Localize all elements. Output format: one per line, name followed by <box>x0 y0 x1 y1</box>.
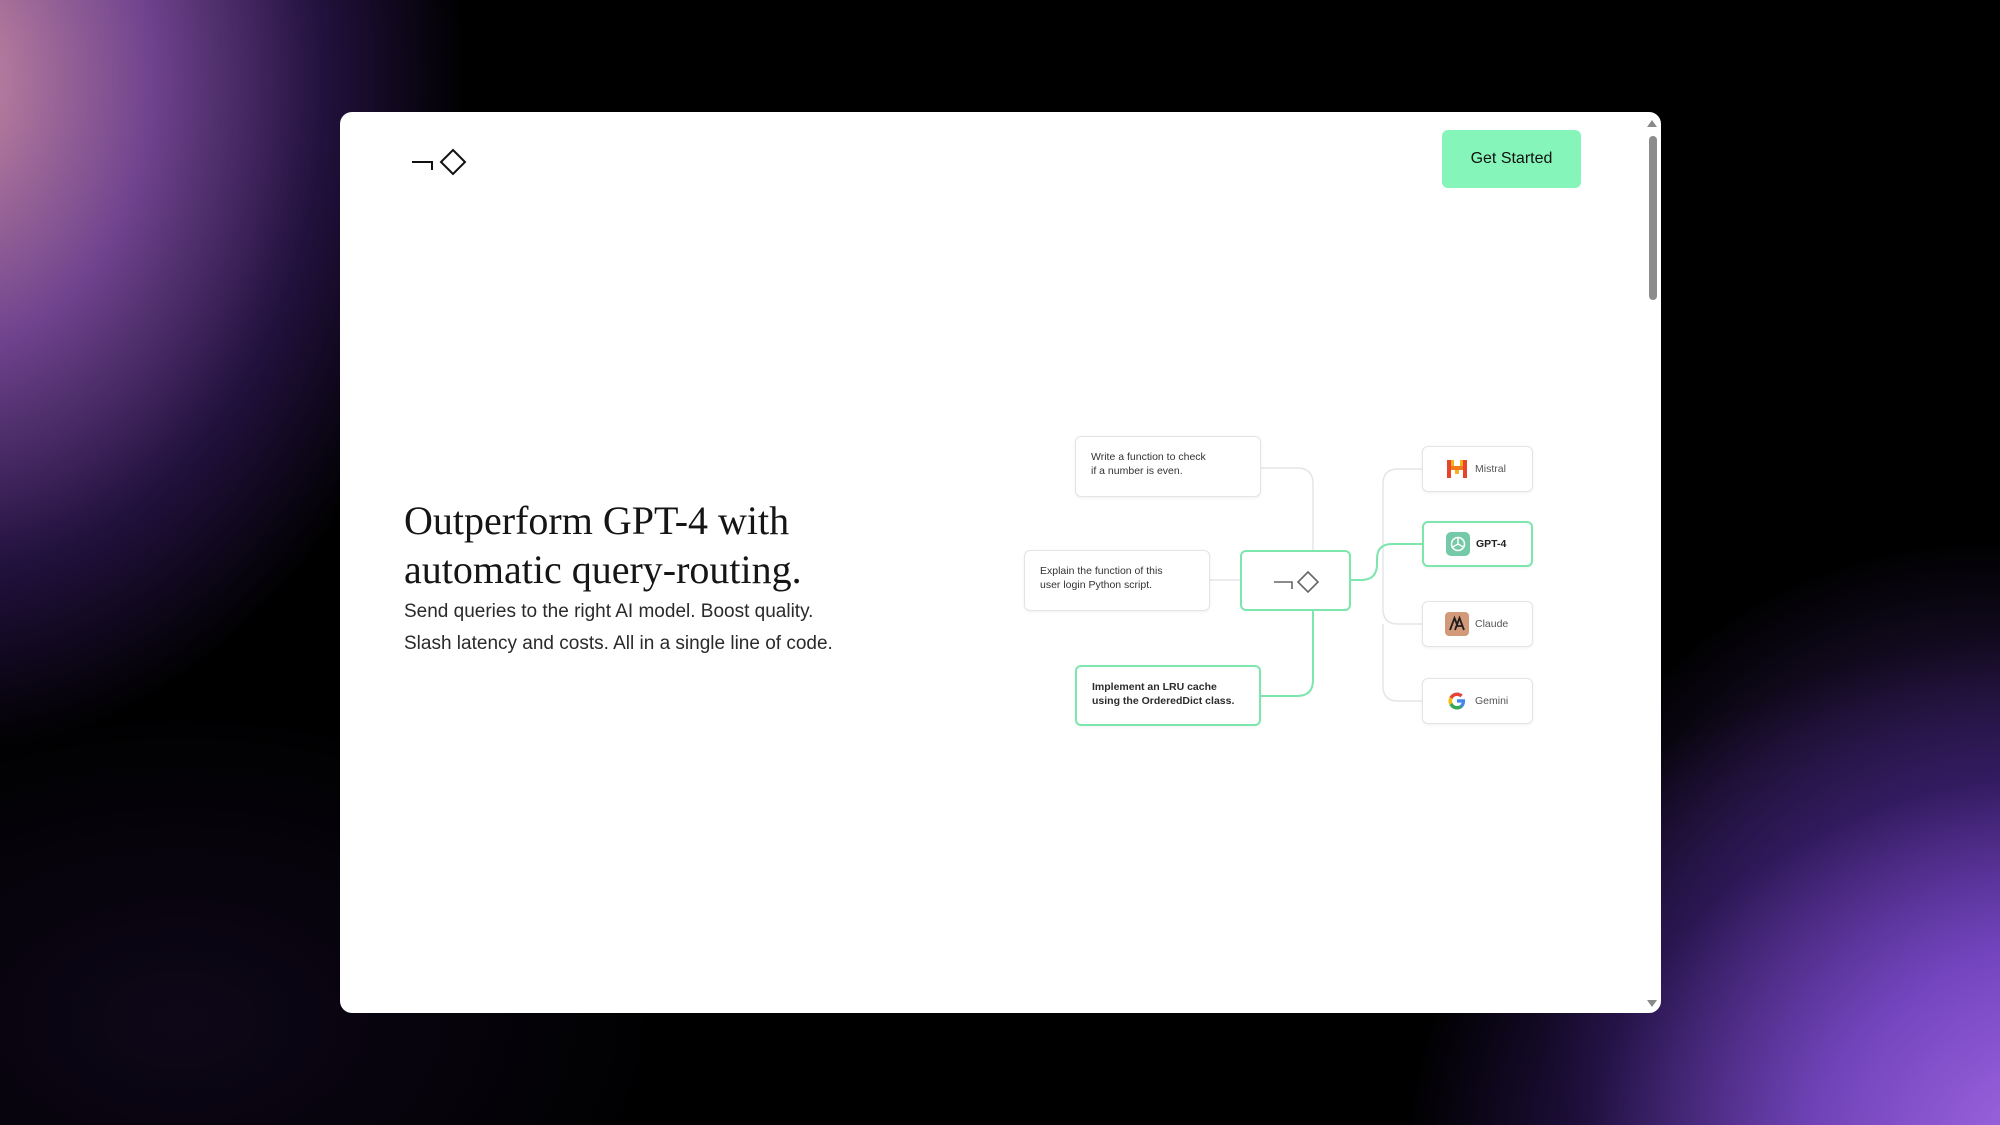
scroll-down-arrow-icon[interactable] <box>1647 1000 1657 1007</box>
connector-gpt4 <box>1360 543 1422 581</box>
browser-window: Get Started Outperform GPT-4 with automa… <box>340 112 1661 1013</box>
model-name: Mistral <box>1475 463 1506 475</box>
query-text-line: using the OrderedDict class. <box>1092 695 1235 707</box>
hero-subheading: Send queries to the right AI model. Boos… <box>404 596 1004 660</box>
get-started-button[interactable]: Get Started <box>1442 130 1581 188</box>
model-name: Claude <box>1475 618 1509 630</box>
google-icon <box>1445 689 1469 713</box>
query-text-line: user login Python script. <box>1040 579 1153 591</box>
openai-icon <box>1446 532 1470 556</box>
vertical-scrollbar[interactable] <box>1643 112 1661 1013</box>
query-text-line: Explain the function of this <box>1040 565 1163 577</box>
scroll-up-arrow-icon[interactable] <box>1647 120 1657 127</box>
model-card-mistral: Mistral <box>1422 446 1533 492</box>
query-text-line: Implement an LRU cache <box>1092 681 1217 693</box>
query-card: Explain the function of this user login … <box>1024 550 1210 611</box>
query-card-active: Implement an LRU cache using the Ordered… <box>1075 665 1261 726</box>
subhead-line-1: Send queries to the right AI model. Boos… <box>404 601 814 622</box>
anthropic-icon <box>1445 612 1469 636</box>
query-card: Write a function to check if a number is… <box>1075 436 1261 497</box>
model-card-gemini: Gemini <box>1422 678 1533 724</box>
subhead-line-2: Slash latency and costs. All in a single… <box>404 633 833 654</box>
headline-line-2: automatic query-routing. <box>404 547 802 592</box>
query-text-line: if a number is even. <box>1091 465 1183 477</box>
connector-query-3 <box>1261 611 1314 697</box>
model-card-gpt4: GPT-4 <box>1422 521 1533 567</box>
router-logo-icon <box>1274 570 1320 594</box>
connector-claude <box>1382 580 1422 625</box>
router-node <box>1240 550 1351 611</box>
headline-line-1: Outperform GPT-4 with <box>404 498 790 543</box>
query-text-line: Write a function to check <box>1091 451 1206 463</box>
model-name: Gemini <box>1475 695 1509 707</box>
connector-gemini <box>1382 624 1422 702</box>
hero-headline: Outperform GPT-4 with automatic query-ro… <box>404 496 1004 594</box>
connector-mistral <box>1382 468 1422 580</box>
mistral-icon <box>1445 457 1469 481</box>
brand-logo-icon[interactable] <box>410 142 470 182</box>
model-name: GPT-4 <box>1476 538 1507 550</box>
model-card-claude: Claude <box>1422 601 1533 647</box>
scrollbar-thumb[interactable] <box>1649 136 1657 300</box>
